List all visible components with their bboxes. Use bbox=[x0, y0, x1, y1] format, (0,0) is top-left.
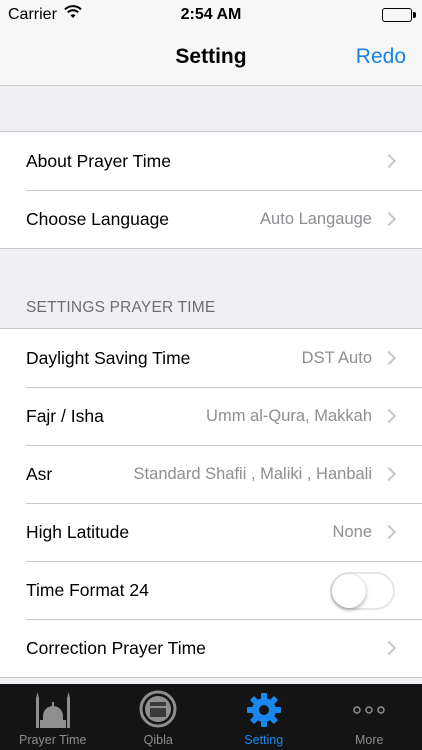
mosque-icon bbox=[31, 690, 75, 735]
cell-label: Time Format 24 bbox=[26, 580, 149, 600]
cell-label: Correction Prayer Time bbox=[26, 638, 206, 658]
cell-label: Fajr / Isha bbox=[26, 406, 104, 426]
fajr-isha-cell[interactable]: Fajr / Isha Umm al-Qura, Makkah bbox=[0, 387, 422, 445]
cell-detail: Umm al-Qura, Makkah bbox=[206, 407, 372, 425]
general-settings-group: About Prayer Time Choose Language Auto L… bbox=[0, 131, 422, 249]
cell-label: High Latitude bbox=[26, 522, 130, 542]
tab-label: Prayer Time bbox=[19, 733, 87, 747]
more-dots-icon bbox=[352, 702, 386, 720]
gear-icon bbox=[244, 690, 284, 735]
tab-label: Setting bbox=[244, 733, 284, 747]
chevron-right-icon bbox=[381, 640, 397, 656]
tab-bar: Prayer Time Qibla Setting More bbox=[0, 684, 422, 750]
chevron-right-icon bbox=[381, 524, 397, 540]
high-latitude-cell[interactable]: High Latitude None bbox=[0, 503, 422, 561]
navigation-bar: Setting Redo bbox=[0, 30, 422, 86]
daylight-saving-cell[interactable]: Daylight Saving Time DST Auto bbox=[0, 329, 422, 387]
tab-label: Qibla bbox=[143, 733, 173, 747]
tab-setting[interactable]: Setting bbox=[211, 684, 317, 750]
time-format-toggle[interactable] bbox=[330, 572, 395, 610]
time-format-24-cell: Time Format 24 bbox=[0, 561, 422, 619]
cell-label: Asr bbox=[26, 464, 53, 484]
prayer-settings-group: Daylight Saving Time DST Auto Fajr / Ish… bbox=[0, 328, 422, 678]
tab-label: More bbox=[355, 733, 384, 747]
redo-button[interactable]: Redo bbox=[356, 45, 406, 69]
battery-icon bbox=[382, 8, 416, 22]
cell-detail: Standard Shafii , Maliki , Hanbali bbox=[133, 465, 372, 483]
chevron-right-icon bbox=[381, 350, 397, 366]
status-bar: Carrier 2:54 AM bbox=[0, 0, 422, 30]
status-time: 2:54 AM bbox=[180, 6, 242, 23]
cell-label: Choose Language bbox=[26, 209, 170, 229]
chevron-right-icon bbox=[381, 408, 397, 424]
cell-label: About Prayer Time bbox=[26, 151, 171, 171]
cell-detail: Auto Langauge bbox=[260, 210, 372, 228]
cell-detail: None bbox=[332, 523, 372, 541]
correction-prayer-time-cell[interactable]: Correction Prayer Time bbox=[0, 619, 422, 677]
toggle-knob bbox=[332, 574, 366, 608]
chevron-right-icon bbox=[381, 466, 397, 482]
cell-detail: DST Auto bbox=[301, 349, 372, 367]
tab-prayer-time[interactable]: Prayer Time bbox=[0, 684, 106, 750]
cell-label: Daylight Saving Time bbox=[26, 348, 191, 368]
chevron-right-icon bbox=[381, 211, 397, 227]
tab-more[interactable]: More bbox=[317, 684, 422, 750]
asr-cell[interactable]: Asr Standard Shafii , Maliki , Hanbali bbox=[0, 445, 422, 503]
choose-language-cell[interactable]: Choose Language Auto Langauge bbox=[0, 190, 422, 248]
about-prayer-time-cell[interactable]: About Prayer Time bbox=[0, 132, 422, 190]
chevron-right-icon bbox=[381, 153, 397, 169]
kaaba-icon bbox=[137, 690, 179, 735]
section-header: SETTINGS PRAYER TIME bbox=[26, 299, 216, 316]
tab-qibla[interactable]: Qibla bbox=[106, 684, 212, 750]
